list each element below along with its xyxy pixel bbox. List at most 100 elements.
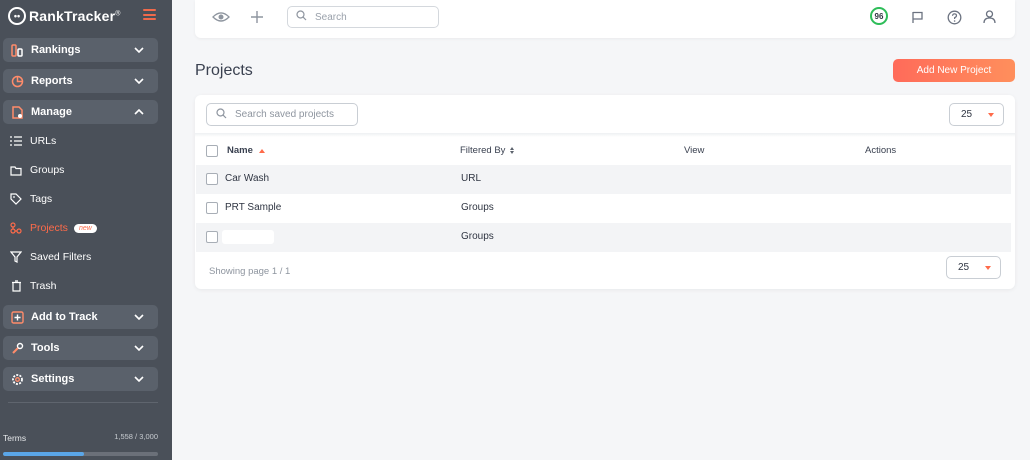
column-header-filtered-by[interactable]: Filtered By [460, 145, 515, 156]
column-header-actions: Actions [865, 145, 896, 156]
sidebar-group-label: Add to Track [31, 311, 98, 323]
sidebar-group-label: Rankings [31, 44, 81, 56]
plus-icon[interactable] [248, 8, 266, 26]
sidebar-group-add-to-track[interactable]: Add to Track [3, 305, 158, 329]
projects-icon [10, 222, 22, 234]
chevron-down-icon [132, 314, 146, 320]
column-header-label: Name [227, 145, 253, 156]
usage-label: Terms [3, 433, 27, 443]
page-size-value: 25 [958, 262, 970, 273]
search-icon [296, 8, 307, 26]
sidebar-item-trash[interactable]: Trash [10, 277, 56, 295]
table-header: Name Filtered By View Actions [195, 141, 1015, 161]
feedback-icon[interactable] [908, 8, 926, 26]
column-header-label: Filtered By [460, 145, 506, 156]
row-checkbox[interactable] [206, 231, 218, 243]
projects-table-card: 25 Name Filtered By View Actions Car Was… [195, 95, 1015, 289]
sidebar-item-label: Tags [30, 193, 53, 205]
ranktracker-logo-icon: •• [8, 7, 26, 25]
usage-count: 1,558 / 3,000 [114, 432, 158, 441]
page-size-value: 25 [961, 109, 973, 120]
global-search[interactable] [287, 6, 439, 28]
chevron-down-icon [132, 47, 146, 53]
sidebar-group-rankings[interactable]: Rankings [3, 38, 158, 62]
table-row[interactable]: PRT Sample Groups [196, 194, 1011, 223]
global-search-input[interactable] [315, 11, 425, 23]
brand-logo[interactable]: •• RankTracker® [8, 6, 121, 26]
page-title: Projects [195, 62, 253, 79]
project-filtered-by: Groups [461, 231, 494, 242]
sidebar-group-label: Reports [31, 75, 73, 87]
toolbar-divider [195, 133, 1015, 137]
project-search-input[interactable] [235, 109, 345, 120]
sidebar-item-label: Saved Filters [30, 251, 92, 263]
sidebar-item-urls[interactable]: URLs [10, 132, 56, 150]
folder-icon [10, 164, 22, 176]
usage-progress-fill [3, 452, 84, 456]
sidebar-group-tools[interactable]: Tools [3, 336, 158, 360]
tag-icon [10, 193, 22, 205]
redacted-block [222, 230, 274, 244]
pie-chart-icon [11, 75, 24, 88]
user-icon[interactable] [980, 8, 998, 26]
pagination-status: Showing page 1 / 1 [209, 266, 291, 277]
column-header-view: View [684, 145, 704, 156]
page-size-select-bottom[interactable]: 25 [946, 256, 1001, 279]
select-all-checkbox[interactable] [206, 145, 218, 157]
plus-box-icon [11, 310, 24, 324]
search-icon [216, 106, 227, 124]
project-name-redacted[interactable] [222, 230, 274, 244]
table-row[interactable]: Car Wash URL [196, 165, 1011, 194]
sidebar-item-label: Trash [30, 280, 57, 292]
brand-name: RankTracker [29, 8, 116, 24]
sidebar-item-label: Groups [30, 164, 65, 176]
column-header-name[interactable]: Name [227, 145, 265, 156]
rankings-icon [11, 43, 24, 57]
eye-icon[interactable] [212, 8, 230, 26]
row-checkbox[interactable] [206, 202, 218, 214]
chevron-down-icon [132, 376, 146, 382]
sort-icon [510, 147, 515, 154]
list-icon [10, 135, 22, 147]
project-name[interactable]: Car Wash [225, 173, 269, 184]
sidebar-item-label: Projects [30, 222, 68, 234]
project-search[interactable] [206, 103, 358, 126]
sidebar-group-label: Tools [31, 342, 60, 354]
filter-icon [10, 251, 22, 263]
sort-ascending-icon [258, 148, 265, 153]
project-filtered-by: URL [461, 173, 482, 184]
caret-down-icon [985, 266, 991, 270]
sidebar-group-manage[interactable]: Manage [3, 100, 158, 124]
brand-trademark: ® [115, 10, 121, 18]
add-new-project-button[interactable]: Add New Project [893, 59, 1015, 82]
wrench-icon [11, 342, 24, 355]
column-header-label: View [684, 145, 705, 156]
sidebar: •• RankTracker® Rankings Reports Manage … [0, 0, 172, 460]
help-icon[interactable] [945, 8, 963, 26]
sidebar-item-groups[interactable]: Groups [10, 161, 64, 179]
row-checkbox[interactable] [206, 173, 218, 185]
menu-toggle-icon[interactable] [143, 9, 156, 20]
top-bar: 96 [195, 0, 1015, 38]
new-badge: new [73, 223, 97, 233]
chevron-up-icon [132, 109, 146, 115]
manage-icon [11, 105, 24, 119]
sidebar-group-reports[interactable]: Reports [3, 69, 158, 93]
table-row[interactable]: Groups [196, 223, 1011, 252]
project-filtered-by: Groups [461, 202, 494, 213]
sidebar-divider [8, 402, 158, 403]
project-name[interactable]: PRT Sample [225, 202, 281, 213]
sidebar-group-settings[interactable]: Settings [3, 367, 158, 391]
trash-icon [10, 280, 22, 292]
score-badge[interactable]: 96 [870, 7, 888, 25]
sidebar-item-label: URLs [30, 135, 57, 147]
sidebar-item-tags[interactable]: Tags [10, 190, 52, 208]
sidebar-group-label: Manage [31, 106, 72, 118]
column-header-label: Actions [865, 145, 897, 156]
sidebar-item-projects[interactable]: Projects new [10, 219, 97, 237]
sidebar-item-saved-filters[interactable]: Saved Filters [10, 248, 91, 266]
sidebar-group-label: Settings [31, 373, 75, 385]
usage-progress-bar [3, 452, 158, 456]
page-size-select-top[interactable]: 25 [949, 103, 1004, 126]
gear-icon [11, 373, 24, 386]
